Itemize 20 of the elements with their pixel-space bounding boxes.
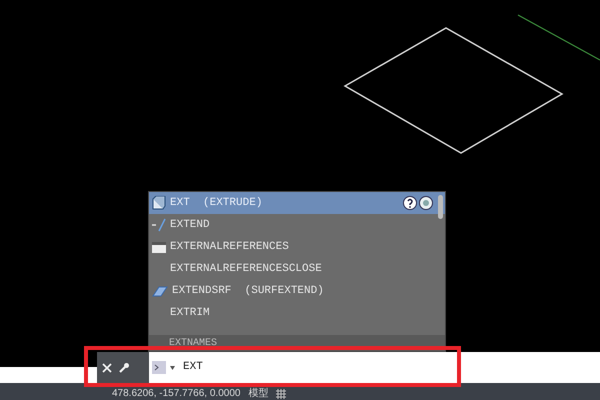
prompt-icon[interactable] — [152, 361, 166, 374]
box-icon — [152, 196, 166, 210]
grid-icon[interactable] — [276, 389, 286, 399]
close-icon[interactable] — [102, 362, 112, 372]
autocomplete-item[interactable]: EXTEND — [149, 214, 445, 236]
command-input-field[interactable]: EXT — [149, 352, 600, 383]
help-icon[interactable] — [403, 196, 417, 210]
scrollbar[interactable] — [438, 195, 443, 219]
folder-icon — [152, 241, 166, 253]
autocomplete-item[interactable]: EXTENDSRF (SURFEXTEND) — [149, 280, 445, 302]
autocomplete-item[interactable]: EXTERNALREFERENCESCLOSE — [149, 258, 445, 280]
model-tab[interactable]: 模型 — [248, 388, 268, 399]
line-icon — [152, 218, 166, 232]
autocomplete-item[interactable]: EXTRIM — [149, 302, 445, 324]
autocomplete-item[interactable]: EXT (EXTRUDE) — [149, 192, 445, 214]
wrench-icon[interactable] — [118, 362, 130, 374]
caret-icon[interactable] — [170, 366, 175, 370]
surface-icon — [152, 285, 168, 297]
autocomplete-item[interactable]: EXTERNALREFERENCES — [149, 236, 445, 258]
coordinates-text: 478.6206, -157.7766, 0.0000 — [112, 388, 240, 399]
